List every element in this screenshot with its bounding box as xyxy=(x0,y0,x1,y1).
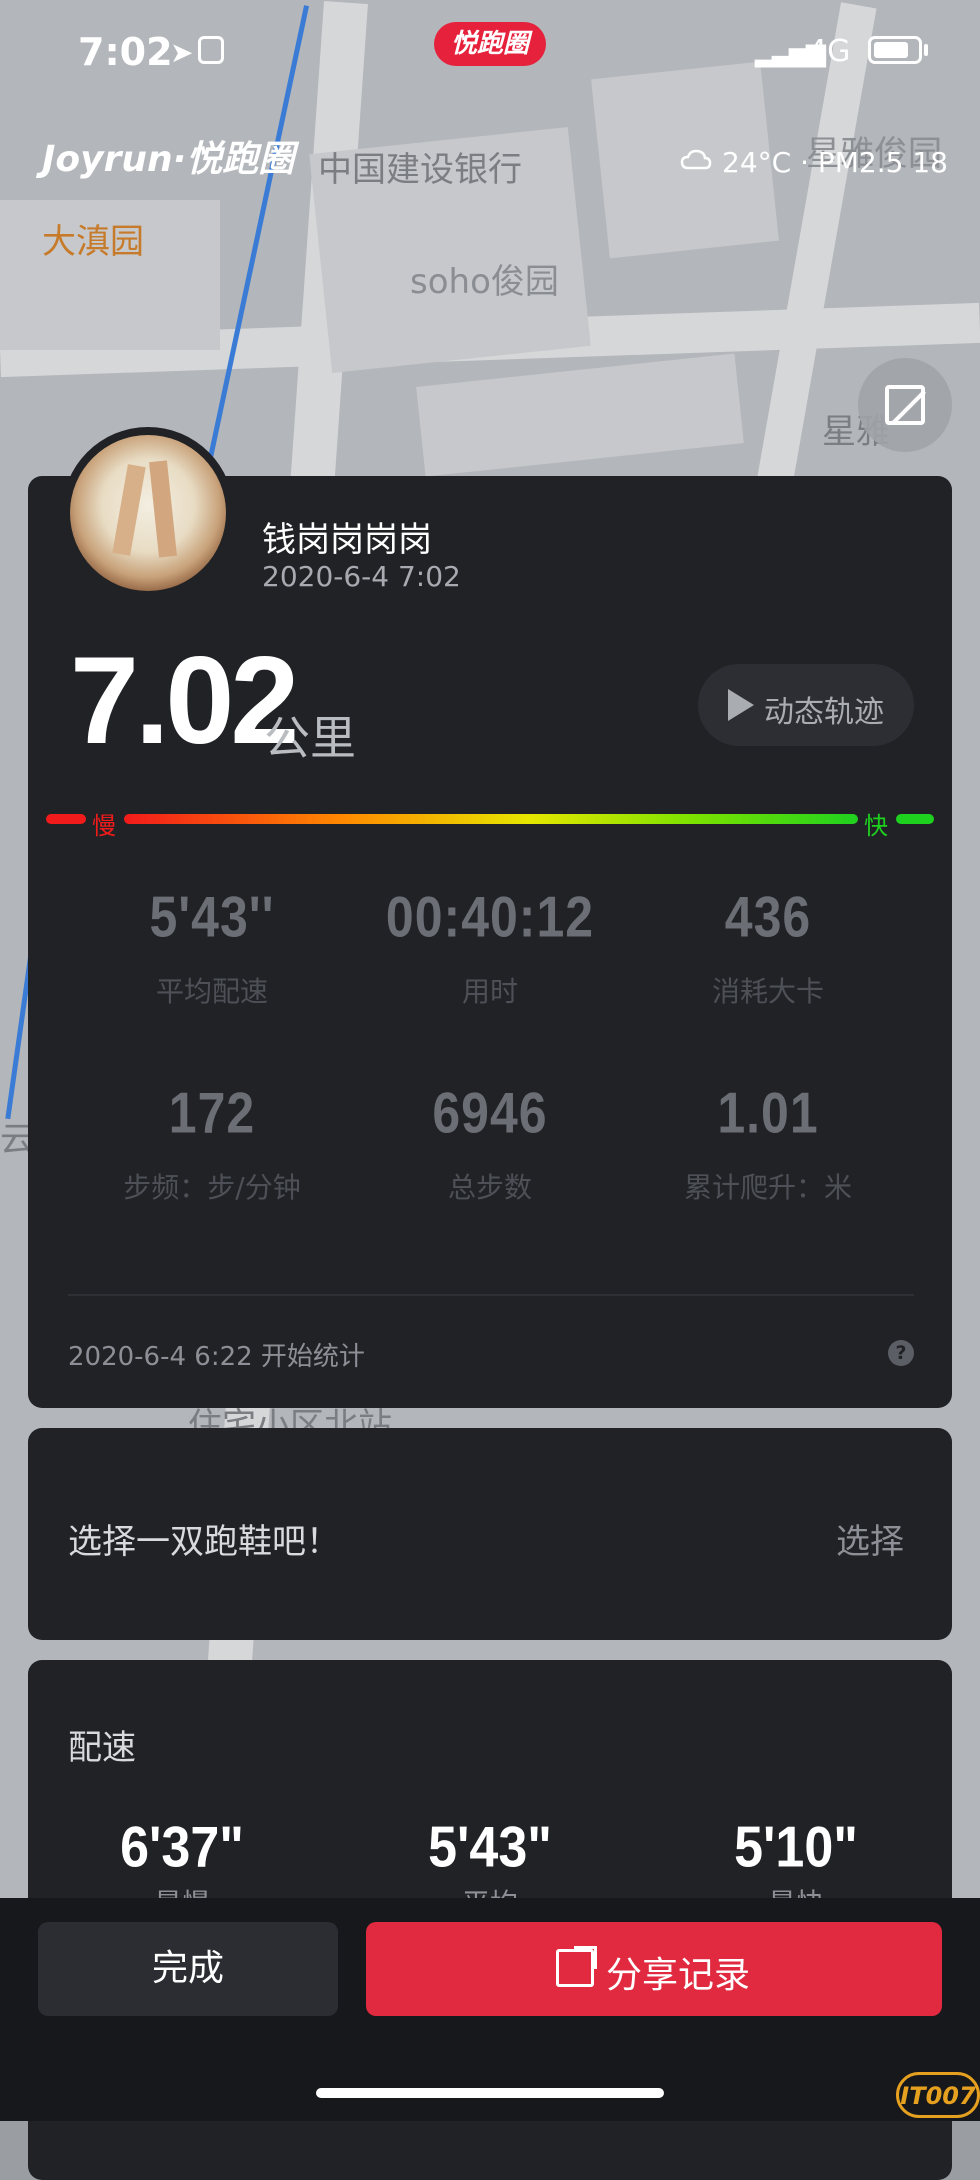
location-arrow-icon: ➤ xyxy=(170,36,194,69)
user-name: 钱岗岗岗岗 xyxy=(262,520,432,560)
select-shoe-button[interactable]: 选择 xyxy=(836,1514,904,1563)
home-indicator[interactable] xyxy=(316,2088,664,2098)
map-layer-button[interactable] xyxy=(858,358,952,452)
battery-cap xyxy=(924,44,928,56)
weather-info: 24°C · PM2.5 18 xyxy=(722,146,948,179)
done-button[interactable]: 完成 xyxy=(38,1922,338,2016)
stat-value: 1.01 xyxy=(717,1080,819,1146)
network-type: 4G xyxy=(808,34,851,69)
layer-icon xyxy=(885,385,925,425)
shoe-prompt: 选择一双跑鞋吧！ xyxy=(68,1522,340,1562)
stat-label: 总步数 xyxy=(447,1171,532,1204)
fast-label: 快 xyxy=(864,812,888,840)
slow-label: 慢 xyxy=(92,812,116,840)
stat-label: 累计爬升：米 xyxy=(683,1171,852,1204)
distance-unit: 公里 xyxy=(264,711,356,765)
share-icon xyxy=(556,1946,597,1987)
status-bar: 7:02 ➤ 悦跑圈 ▂▃▅▆ 4G xyxy=(0,0,980,110)
stat-label: 用时 xyxy=(461,975,518,1008)
stat-value: 436 xyxy=(724,884,812,950)
start-stat-time: 2020-6-4 6:22 开始统计 xyxy=(68,1342,365,1372)
clock: 7:02 xyxy=(78,30,173,74)
share-record-button[interactable]: 分享记录 xyxy=(366,1922,942,2016)
map-label: 大滇园 xyxy=(42,222,144,262)
run-date: 2020-6-4 7:02 xyxy=(262,560,461,593)
stat-label: 平均配速 xyxy=(155,975,268,1008)
pace-fastest-value: 5'10" xyxy=(734,1816,858,1880)
cloud-icon xyxy=(680,149,712,170)
pace-title: 配速 xyxy=(68,1728,136,1768)
pace-gradient-bar xyxy=(46,814,934,826)
joyrun-logo: Joyrun·悦跑圈 xyxy=(42,139,295,180)
stat-value: 5'43'' xyxy=(149,884,275,950)
share-record-label: 分享记录 xyxy=(606,1955,751,1996)
stat-total-steps: 6946 总步数 xyxy=(350,1081,630,1206)
pace-slowest-value: 6'37" xyxy=(120,1816,244,1880)
watermark-logo: IT007 xyxy=(896,2072,980,2118)
divider xyxy=(68,1294,914,1296)
stat-cadence: 172 步频：步/分钟 xyxy=(72,1081,352,1206)
stat-label: 步频：步/分钟 xyxy=(123,1171,301,1204)
dynamic-track-button[interactable]: 动态轨迹 xyxy=(698,664,914,746)
map-label: 中国建设银行 xyxy=(318,150,522,190)
brand-pill[interactable]: 悦跑圈 xyxy=(434,22,546,66)
stat-elevation: 1.01 累计爬升：米 xyxy=(628,1081,908,1206)
stat-value: 00:40:12 xyxy=(385,884,595,950)
stat-duration: 00:40:12 用时 xyxy=(350,885,630,1010)
dynamic-track-label: 动态轨迹 xyxy=(764,695,884,730)
pace-average-value: 5'43" xyxy=(428,1816,552,1880)
distance-value: 7.02 xyxy=(70,632,299,770)
stat-value: 6946 xyxy=(432,1080,548,1146)
stat-value: 172 xyxy=(168,1080,256,1146)
avatar[interactable] xyxy=(62,427,234,599)
stat-avg-pace: 5'43'' 平均配速 xyxy=(72,885,352,1010)
map-label: soho俊园 xyxy=(410,262,559,302)
battery-icon xyxy=(868,36,922,64)
bus-icon xyxy=(198,36,224,64)
play-icon xyxy=(728,689,754,721)
stat-calories: 436 消耗大卡 xyxy=(628,885,908,1010)
stat-label: 消耗大卡 xyxy=(711,975,824,1008)
help-icon[interactable]: ? xyxy=(888,1340,914,1366)
